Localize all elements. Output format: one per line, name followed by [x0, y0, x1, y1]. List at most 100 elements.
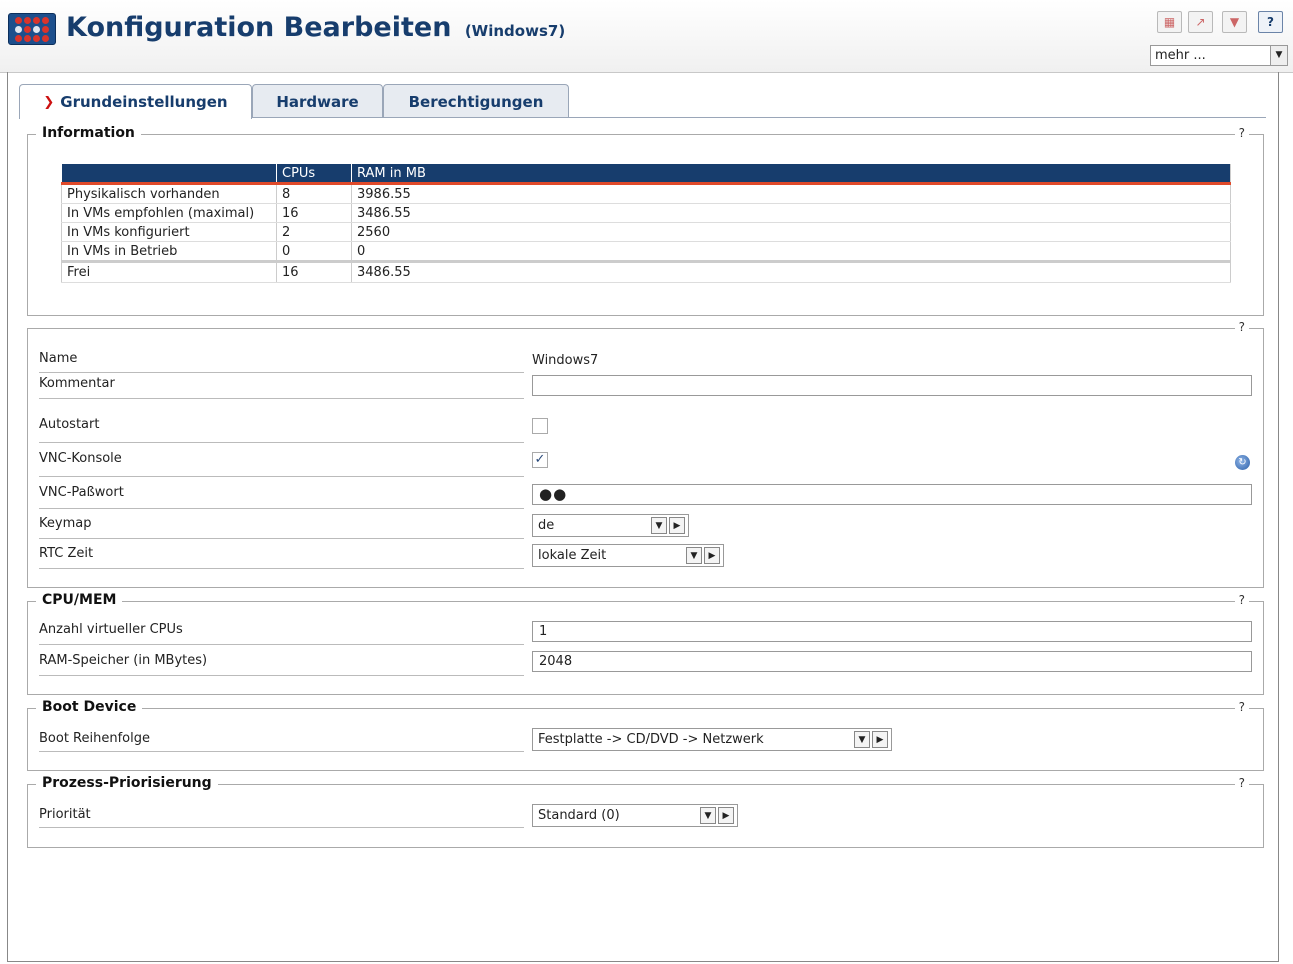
tab-label: Hardware: [276, 92, 359, 111]
table-cell: In VMs in Betrieb: [61, 241, 277, 262]
table-cell: 8: [276, 183, 352, 204]
field-row-cpus: Anzahl virtueller CPUs: [39, 618, 524, 645]
table-export-icon[interactable]: ▦: [1157, 11, 1182, 33]
name-value: Windows7: [532, 353, 599, 368]
table-cell: 2: [276, 222, 352, 242]
table-row: Physikalisch vorhanden 8 3986.55: [61, 183, 1231, 204]
section-legend: Boot Device: [36, 699, 143, 715]
autostart-label: Autostart: [39, 417, 100, 432]
field-row-boot-order: Boot Reihenfolge: [39, 727, 524, 752]
field-row-ram: RAM-Speicher (in MBytes): [39, 649, 524, 676]
chevron-right-icon[interactable]: ▶: [669, 517, 685, 534]
help-link[interactable]: ?: [1234, 700, 1249, 714]
table-cell: 3486.55: [351, 203, 1231, 223]
active-tab-arrow-icon: ❯: [43, 94, 55, 110]
section-legend: Information: [36, 125, 141, 141]
column-header: [61, 164, 277, 185]
comment-input[interactable]: [532, 375, 1252, 396]
section-legend: Prozess-Priorisierung: [36, 775, 218, 791]
ram-label: RAM-Speicher (in MBytes): [39, 653, 208, 668]
vnc-console-label: VNC-Konsole: [39, 451, 122, 466]
general-section: ? Name Windows7 Kommentar Autostart VNC-…: [27, 320, 1264, 588]
rtc-select[interactable]: lokale Zeit ▼ ▶: [532, 544, 724, 567]
cpumem-section: CPU/MEM ? Anzahl virtueller CPUs 1 RAM-S…: [27, 592, 1264, 695]
field-row-comment: Kommentar: [39, 372, 524, 399]
section-legend: CPU/MEM: [36, 592, 123, 608]
chevron-down-icon: ▼: [854, 731, 870, 748]
information-section: Information ? CPUs RAM in MB Physikalisc…: [27, 125, 1264, 316]
help-link[interactable]: ?: [1234, 320, 1249, 334]
chevron-down-icon: ▼: [1270, 46, 1287, 65]
table-cell: Physikalisch vorhanden: [61, 183, 277, 204]
refresh-icon[interactable]: ↻: [1235, 455, 1250, 470]
page-title: Konfiguration Bearbeiten (Windows7): [66, 12, 565, 43]
table-total-row: Frei 16 3486.55: [61, 260, 1231, 283]
tab-grundeinstellungen[interactable]: ❯ Grundeinstellungen: [19, 84, 252, 119]
table-cell: Frei: [61, 260, 277, 283]
chevron-down-icon: ▼: [686, 547, 702, 564]
help-link[interactable]: ?: [1234, 776, 1249, 790]
keymap-select-value: de: [538, 518, 555, 533]
vnc-console-checkbox[interactable]: ✓: [532, 452, 548, 468]
save-icon[interactable]: ▼: [1222, 11, 1247, 33]
field-row-vnc-console: VNC-Konsole: [39, 447, 524, 477]
boot-section: Boot Device ? Boot Reihenfolge Festplatt…: [27, 699, 1264, 771]
chevron-down-icon: ▼: [700, 807, 716, 824]
boot-order-select-value: Festplatte -> CD/DVD -> Netzwerk: [538, 732, 764, 747]
tab-label: Grundeinstellungen: [60, 93, 228, 111]
cpus-input[interactable]: 1: [532, 621, 1252, 642]
priority-label: Priorität: [39, 807, 91, 822]
rtc-select-value: lokale Zeit: [538, 548, 607, 563]
chevron-down-icon: ▼: [651, 517, 667, 534]
edit-icon[interactable]: ↗: [1188, 11, 1213, 33]
tab-hardware[interactable]: Hardware: [252, 84, 383, 118]
column-header: RAM in MB: [351, 164, 1231, 185]
name-label: Name: [39, 351, 78, 366]
table-cell: In VMs konfiguriert: [61, 222, 277, 242]
page-header: Konfiguration Bearbeiten (Windows7) ▦ ↗ …: [0, 0, 1293, 73]
keymap-label: Keymap: [39, 516, 92, 531]
table-cell: 16: [276, 203, 352, 223]
priority-select-value: Standard (0): [538, 808, 620, 823]
field-row-priority: Priorität: [39, 803, 524, 828]
field-row-rtc: RTC Zeit: [39, 542, 524, 569]
field-row-autostart: Autostart: [39, 413, 524, 443]
help-icon-label: ?: [1267, 15, 1274, 29]
app-logo: [8, 13, 56, 45]
chevron-right-icon[interactable]: ▶: [704, 547, 720, 564]
vnc-password-label: VNC-Paßwort: [39, 485, 124, 500]
autostart-checkbox[interactable]: [532, 418, 548, 434]
help-icon[interactable]: ?: [1258, 11, 1283, 33]
keymap-select[interactable]: de ▼ ▶: [532, 514, 689, 537]
resource-table: CPUs RAM in MB Physikalisch vorhanden 8 …: [61, 164, 1231, 283]
vnc-password-input[interactable]: ●●: [532, 484, 1252, 505]
table-cell: 16: [276, 260, 352, 283]
table-cell: 3986.55: [351, 183, 1231, 204]
field-row-vnc-password: VNC-Paßwort: [39, 481, 524, 509]
help-link[interactable]: ?: [1234, 126, 1249, 140]
chevron-right-icon[interactable]: ▶: [718, 807, 734, 824]
table-cell: 2560: [351, 222, 1231, 242]
table-header-row: CPUs RAM in MB: [61, 164, 1231, 185]
rtc-label: RTC Zeit: [39, 546, 94, 561]
table-cell: 0: [351, 241, 1231, 262]
more-select[interactable]: mehr ... ▼: [1150, 45, 1288, 66]
table-row: In VMs in Betrieb 0 0: [61, 241, 1231, 262]
table-cell: 3486.55: [351, 260, 1231, 283]
more-select-value: mehr ...: [1155, 48, 1206, 63]
page-title-text: Konfiguration Bearbeiten: [66, 12, 452, 43]
chevron-right-icon[interactable]: ▶: [872, 731, 888, 748]
boot-order-select[interactable]: Festplatte -> CD/DVD -> Netzwerk ▼ ▶: [532, 728, 892, 751]
ram-input[interactable]: 2048: [532, 651, 1252, 672]
table-row: In VMs empfohlen (maximal) 16 3486.55: [61, 203, 1231, 223]
table-cell: In VMs empfohlen (maximal): [61, 203, 277, 223]
tab-berechtigungen[interactable]: Berechtigungen: [383, 84, 569, 118]
field-row-keymap: Keymap: [39, 512, 524, 539]
column-header: CPUs: [276, 164, 352, 185]
priority-select[interactable]: Standard (0) ▼ ▶: [532, 804, 738, 827]
tab-label: Berechtigungen: [408, 92, 544, 111]
help-link[interactable]: ?: [1234, 593, 1249, 607]
table-row: In VMs konfiguriert 2 2560: [61, 222, 1231, 242]
boot-order-label: Boot Reihenfolge: [39, 731, 150, 746]
table-cell: 0: [276, 241, 352, 262]
